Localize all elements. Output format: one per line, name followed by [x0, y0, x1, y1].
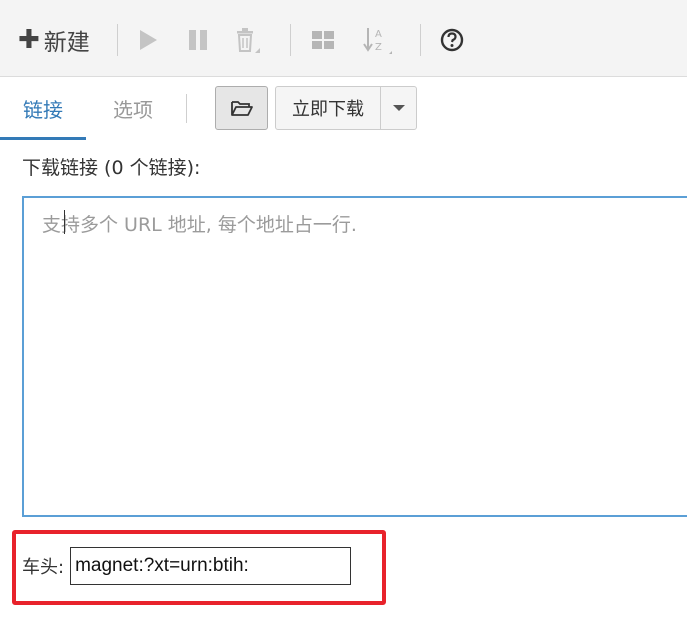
- highlight-box: [12, 530, 386, 605]
- text-cursor: [64, 210, 65, 234]
- pause-button[interactable]: [183, 24, 213, 56]
- tab-options[interactable]: 选项: [98, 77, 168, 139]
- urls-textarea[interactable]: 支持多个 URL 地址, 每个地址占一行.: [22, 196, 687, 517]
- chevron-down-icon: [392, 105, 405, 111]
- tab-bar: 链接 选项 立即下载: [0, 77, 687, 140]
- sort-az-icon: A Z: [363, 28, 392, 54]
- grid-icon: [312, 31, 334, 49]
- sort-button[interactable]: A Z: [362, 24, 392, 56]
- svg-text:A: A: [375, 29, 382, 40]
- download-links-label: 下载链接 (0 个链接):: [22, 157, 201, 179]
- plus-icon: ✚: [18, 25, 40, 55]
- tab-divider: [186, 94, 187, 123]
- help-icon: [440, 28, 464, 52]
- svg-text:Z: Z: [375, 42, 382, 53]
- start-button[interactable]: [133, 24, 163, 56]
- download-now-label: 立即下载: [292, 99, 364, 120]
- delete-button[interactable]: [232, 24, 262, 56]
- tab-options-label: 选项: [113, 97, 153, 122]
- trash-icon: [237, 28, 260, 53]
- folder-open-icon: [230, 101, 253, 116]
- toolbar: ✚ 新建 A Z: [0, 0, 687, 77]
- urls-placeholder: 支持多个 URL 地址, 每个地址占一行.: [42, 214, 357, 236]
- toolbar-divider: [420, 24, 421, 56]
- new-task-label: 新建: [43, 30, 90, 56]
- tab-links[interactable]: 链接: [0, 77, 86, 140]
- view-toggle-button[interactable]: [308, 24, 338, 56]
- active-tab-indicator: [0, 137, 86, 140]
- download-now-button[interactable]: 立即下载: [275, 86, 381, 130]
- toolbar-divider: [290, 24, 291, 56]
- tab-links-label: 链接: [23, 97, 63, 122]
- new-task-button[interactable]: ✚ 新建: [18, 22, 90, 58]
- pause-icon: [189, 30, 207, 50]
- choose-folder-button[interactable]: [215, 86, 268, 130]
- download-options-dropdown[interactable]: [380, 86, 417, 130]
- play-icon: [140, 30, 157, 50]
- toolbar-divider: [117, 24, 118, 56]
- help-button[interactable]: [437, 24, 467, 56]
